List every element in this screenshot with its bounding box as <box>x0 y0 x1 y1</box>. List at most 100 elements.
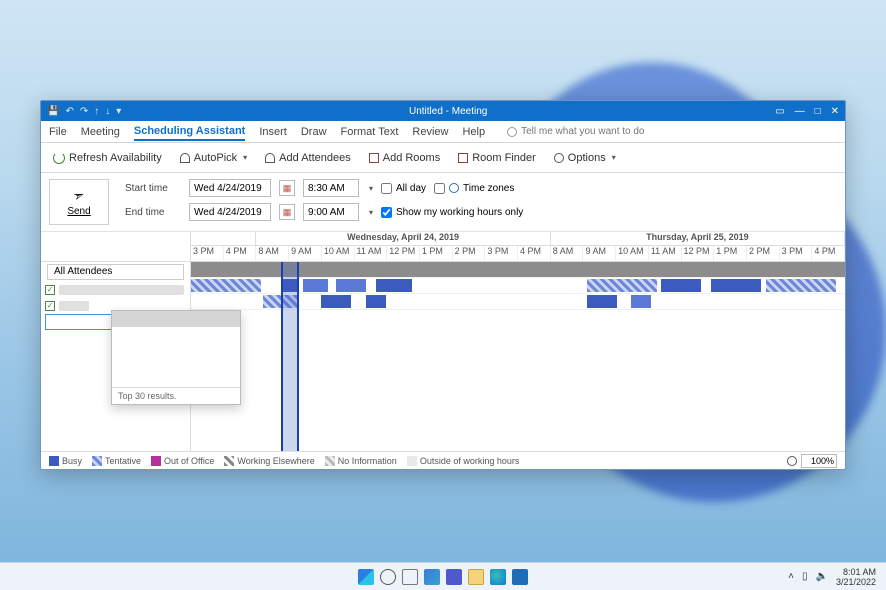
tab-help[interactable]: Help <box>462 124 485 140</box>
tray-chevron-icon[interactable]: ˄ <box>788 571 794 582</box>
end-date-input[interactable]: Wed 4/24/2019 <box>189 203 271 221</box>
legend: Busy Tentative Out of Office Working Els… <box>41 451 845 469</box>
working-hours-checkbox[interactable]: Show my working hours only <box>381 207 523 218</box>
qat-save-icon[interactable]: 💾 <box>47 106 59 117</box>
hour-header: 9 AM <box>289 246 322 261</box>
ribbon-display-icon[interactable]: ▭ <box>775 106 784 117</box>
widgets-icon[interactable] <box>424 569 440 585</box>
hour-header: 1 PM <box>420 246 453 261</box>
hour-header: 4 PM <box>812 246 845 261</box>
time-zones-checkbox[interactable]: Time zones <box>434 183 514 194</box>
day-header <box>191 232 256 246</box>
hour-header: 3 PM <box>780 246 813 261</box>
tab-format-text[interactable]: Format Text <box>341 124 399 140</box>
options-button[interactable]: Options▾ <box>550 150 620 166</box>
minimize-button[interactable]: — <box>795 106 805 117</box>
legend-tentative-icon <box>92 456 102 466</box>
tray-network-icon[interactable]: ▯ <box>802 571 808 582</box>
qat-up-icon[interactable]: ↑ <box>94 106 99 117</box>
tab-draw[interactable]: Draw <box>301 124 327 140</box>
ribbon-tabs: File Meeting Scheduling Assistant Insert… <box>41 121 845 143</box>
scheduling-grid: All Attendees ✓ ✓ Wednesday, April 24, 2… <box>41 232 845 451</box>
add-attendees-button[interactable]: Add Attendees <box>261 150 355 166</box>
legend-elsewhere-icon <box>224 456 234 466</box>
hour-header: 11 AM <box>355 246 388 261</box>
suggestion-item[interactable] <box>112 311 240 327</box>
qat-undo-icon[interactable]: ↶ <box>65 106 73 117</box>
tab-file[interactable]: File <box>49 124 67 140</box>
legend-outside-icon <box>407 456 417 466</box>
person-icon <box>265 153 275 163</box>
maximize-button[interactable]: □ <box>815 106 821 117</box>
hour-header: 4 PM <box>518 246 551 261</box>
tray-volume-icon[interactable]: 🔈 <box>816 571 828 582</box>
check-icon: ✓ <box>45 301 55 311</box>
all-attendees-header[interactable]: All Attendees <box>47 264 184 280</box>
edge-icon[interactable] <box>490 569 506 585</box>
hour-header: 8 AM <box>256 246 289 261</box>
qat-redo-icon[interactable]: ↷ <box>80 106 88 117</box>
refresh-availability-button[interactable]: Refresh Availability <box>49 150 166 166</box>
hour-header: 8 AM <box>551 246 584 261</box>
store-icon[interactable] <box>512 569 528 585</box>
autopick-icon <box>180 153 190 163</box>
legend-noinfo-icon <box>325 456 335 466</box>
globe-icon <box>449 183 459 193</box>
room-finder-button[interactable]: Room Finder <box>454 150 540 166</box>
start-time-label: Start time <box>125 183 181 194</box>
qat-down-icon[interactable]: ↓ <box>105 106 110 117</box>
start-date-input[interactable]: Wed 4/24/2019 <box>189 179 271 197</box>
send-button[interactable]: ➣ Send <box>49 179 109 225</box>
meeting-selection[interactable] <box>281 262 299 451</box>
window-title: Untitled - Meeting <box>127 106 769 117</box>
add-rooms-button[interactable]: Add Rooms <box>365 150 444 166</box>
start-button[interactable] <box>358 569 374 585</box>
attendee-suggestions-popup[interactable]: Top 30 results. <box>111 310 241 405</box>
hour-header: 3 PM <box>191 246 224 261</box>
qat-more-icon[interactable]: ▾ <box>116 106 121 117</box>
attendee-row[interactable]: ✓ <box>41 282 190 298</box>
start-time-input[interactable]: 8:30 AM <box>303 179 359 197</box>
taskbar-search-icon[interactable] <box>380 569 396 585</box>
hour-header: 9 AM <box>583 246 616 261</box>
meeting-time-row: ➣ Send Start time Wed 4/24/2019 ▦ 8:30 A… <box>41 173 845 232</box>
chat-icon[interactable] <box>446 569 462 585</box>
hour-header: 12 PM <box>387 246 420 261</box>
all-day-checkbox[interactable]: All day <box>381 183 426 194</box>
room-finder-icon <box>458 153 468 163</box>
lightbulb-icon <box>507 127 517 137</box>
hour-header: 4 PM <box>224 246 257 261</box>
end-date-picker-icon[interactable]: ▦ <box>279 204 295 220</box>
zoom-icon[interactable] <box>787 456 797 466</box>
start-date-picker-icon[interactable]: ▦ <box>279 180 295 196</box>
outlook-meeting-window: 💾 ↶ ↷ ↑ ↓ ▾ Untitled - Meeting ▭ — □ ✕ F… <box>40 100 846 470</box>
gear-icon <box>554 153 564 163</box>
task-view-icon[interactable] <box>402 569 418 585</box>
day-header: Thursday, April 25, 2019 <box>551 232 845 246</box>
hour-header: 3 PM <box>485 246 518 261</box>
hour-header: 1 PM <box>714 246 747 261</box>
tell-me-search[interactable]: Tell me what you want to do <box>507 126 644 137</box>
suggestions-footer: Top 30 results. <box>112 387 240 404</box>
tab-meeting[interactable]: Meeting <box>81 124 120 140</box>
close-button[interactable]: ✕ <box>831 106 839 117</box>
send-icon: ➣ <box>71 186 88 206</box>
end-time-input[interactable]: 9:00 AM <box>303 203 359 221</box>
tab-scheduling-assistant[interactable]: Scheduling Assistant <box>134 123 245 141</box>
tab-insert[interactable]: Insert <box>259 124 287 140</box>
room-icon <box>369 153 379 163</box>
zoom-input[interactable] <box>801 454 837 468</box>
tab-review[interactable]: Review <box>412 124 448 140</box>
day-header: Wednesday, April 24, 2019 <box>256 232 550 246</box>
hour-header: 11 AM <box>649 246 682 261</box>
hour-header: 2 PM <box>453 246 486 261</box>
legend-oof-icon <box>151 456 161 466</box>
ribbon-actions: Refresh Availability AutoPick▾ Add Atten… <box>41 143 845 173</box>
hour-header: 10 AM <box>616 246 649 261</box>
title-bar: 💾 ↶ ↷ ↑ ↓ ▾ Untitled - Meeting ▭ — □ ✕ <box>41 101 845 121</box>
file-explorer-icon[interactable] <box>468 569 484 585</box>
clock[interactable]: 8:01 AM 3/21/2022 <box>836 567 876 587</box>
timeline[interactable]: Wednesday, April 24, 2019Thursday, April… <box>191 232 845 451</box>
autopick-button[interactable]: AutoPick▾ <box>176 150 251 166</box>
windows-taskbar: ˄ ▯ 🔈 8:01 AM 3/21/2022 <box>0 562 886 590</box>
